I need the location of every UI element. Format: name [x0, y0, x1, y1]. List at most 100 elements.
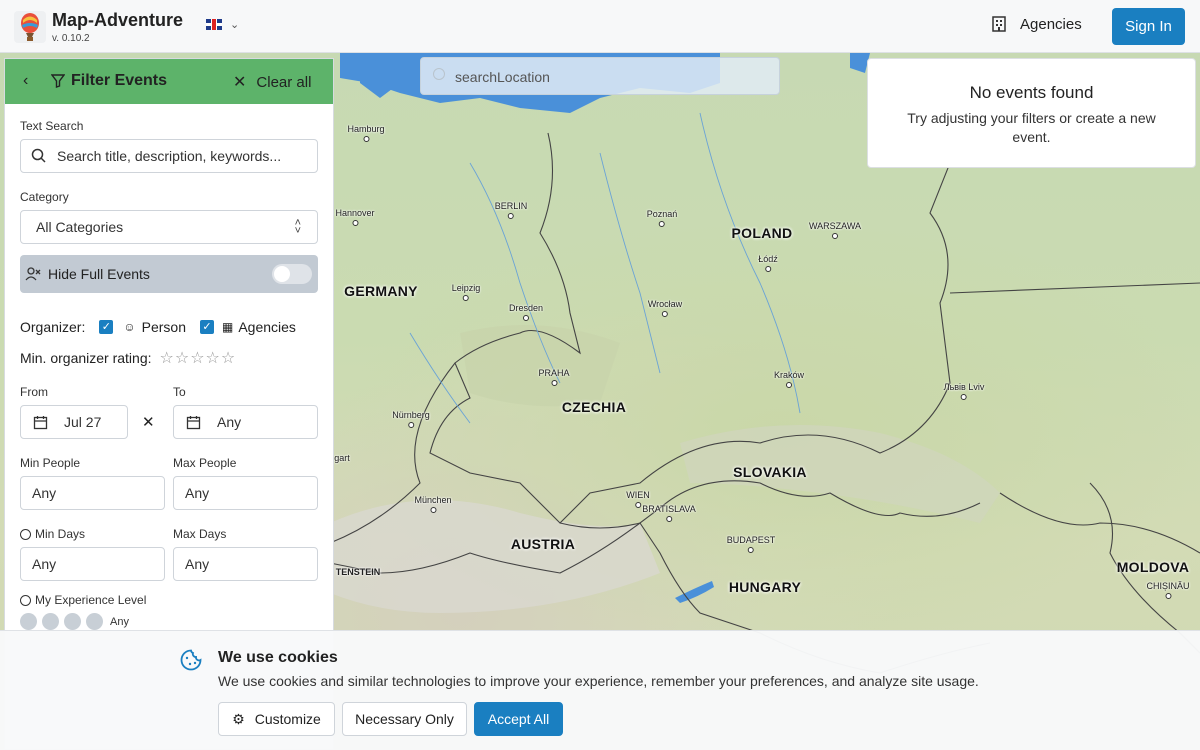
organizer-row: Organizer: ✓ ☺ Person ✓ ▦ Agencies — [20, 319, 296, 335]
close-icon: ✕ — [233, 74, 247, 91]
category-select[interactable]: All Categories ˄ ˅ — [20, 210, 318, 244]
city-label: Leipzig — [452, 283, 480, 301]
no-events-subtitle: Try adjusting your filters or create a n… — [907, 110, 1156, 145]
cookie-banner: We use cookies We use cookies and simila… — [0, 630, 1200, 750]
location-search-placeholder: searchLocation — [455, 69, 550, 85]
chevron-left-icon[interactable]: ‹ — [23, 72, 28, 90]
city-label: CHIȘINĂU — [1146, 581, 1190, 599]
city-label: BUDAPEST — [727, 535, 775, 553]
city-label: gart — [334, 453, 350, 463]
cookie-title: We use cookies — [218, 649, 338, 666]
city-label: Poznań — [647, 209, 677, 227]
min-days-label: Min Days — [20, 527, 85, 541]
city-label: WARSZAWA — [809, 221, 861, 239]
max-people-label: Max People — [173, 456, 237, 470]
filter-panel-header: ‹ Filter Events ✕ Clear all — [5, 59, 333, 104]
clock-icon — [20, 528, 31, 540]
level-dot[interactable] — [42, 613, 59, 630]
country-label: AUSTRIA — [510, 536, 576, 552]
search-icon — [433, 68, 445, 80]
max-people-input[interactable]: Any — [173, 476, 318, 510]
city-label: München — [414, 495, 452, 513]
brand: Map-Adventure v. 0.10.2 — [52, 10, 183, 44]
language-selector[interactable]: ⌄ — [206, 18, 239, 31]
cookie-icon — [180, 649, 202, 671]
calendar-icon — [33, 415, 48, 429]
to-date-input[interactable]: Any — [173, 405, 318, 439]
from-label: From — [20, 385, 48, 399]
city-label: Dresden — [509, 303, 543, 321]
circle-icon — [20, 594, 31, 606]
necessary-only-button[interactable]: Necessary Only — [342, 702, 467, 736]
funnel-icon — [51, 74, 65, 88]
text-search-input[interactable]: Search title, description, keywords... — [20, 139, 318, 173]
min-days-input[interactable]: Any — [20, 547, 165, 581]
accept-all-button[interactable]: Accept All — [474, 702, 563, 736]
city-label: Nürnberg — [392, 410, 430, 428]
category-label: Category — [20, 190, 69, 204]
country-label: POLAND — [731, 225, 793, 241]
city-label: Wrocław — [648, 299, 682, 317]
building-icon — [992, 16, 1006, 32]
location-search-input[interactable]: searchLocation — [420, 57, 780, 95]
min-rating-label: Min. organizer rating: — [20, 350, 152, 366]
person-checkbox[interactable]: ✓ — [99, 320, 114, 334]
organizer-label: Organizer: — [20, 319, 86, 335]
select-arrows-icon: ˄ ˅ — [294, 217, 301, 237]
city-label: Львів Lviv — [944, 382, 984, 400]
agencies-link[interactable]: Agencies — [990, 15, 1082, 33]
hide-full-events-row: Hide Full Events — [20, 255, 318, 293]
hot-air-balloon-logo-icon[interactable] — [14, 11, 46, 43]
city-label: BRATISLAVA — [642, 504, 696, 522]
min-people-input[interactable]: Any — [20, 476, 165, 510]
experience-label: My Experience Level — [20, 593, 146, 607]
person-icon: ☺ — [123, 320, 136, 334]
level-dot[interactable] — [86, 613, 103, 630]
agencies-label: Agencies — [1020, 15, 1082, 33]
app-name[interactable]: Map-Adventure — [52, 10, 183, 31]
uk-flag-icon — [206, 19, 222, 30]
experience-level-selector[interactable]: Any — [20, 613, 129, 630]
app-version: v. 0.10.2 — [52, 33, 90, 44]
experience-value: Any — [110, 615, 129, 628]
city-label: BERLIN — [495, 201, 527, 219]
city-label: Kraków — [774, 370, 804, 388]
calendar-icon — [186, 415, 201, 429]
no-events-title: No events found — [969, 83, 1094, 102]
person-label: Person — [141, 319, 186, 335]
no-events-card: No events found Try adjusting your filte… — [867, 58, 1196, 168]
min-people-label: Min People — [20, 456, 81, 470]
cookie-text: We use cookies and similar technologies … — [218, 673, 979, 689]
city-label: Łódź — [758, 254, 778, 272]
agencies-checkbox[interactable]: ✓ — [199, 320, 214, 334]
hide-full-events-toggle[interactable] — [272, 264, 312, 284]
rating-stars[interactable]: ☆☆☆☆☆ — [160, 348, 237, 368]
country-label: CZECHIA — [561, 399, 627, 415]
country-label: GERMANY — [344, 283, 418, 299]
search-icon — [31, 148, 46, 163]
from-date-input[interactable]: Jul 27 — [20, 405, 128, 439]
user-x-icon — [25, 267, 41, 281]
gear-icon: ⚙ — [232, 710, 245, 727]
min-rating-row: Min. organizer rating: ☆☆☆☆☆ — [20, 348, 236, 368]
to-label: To — [173, 385, 186, 399]
max-days-label: Max Days — [173, 527, 227, 541]
chevron-down-icon: ⌄ — [230, 19, 240, 31]
city-label: PRAHA — [538, 368, 570, 386]
country-label: HUNGARY — [728, 579, 802, 595]
country-label: MOLDOVA — [1116, 559, 1190, 575]
clear-date-icon[interactable]: ✕ — [142, 413, 155, 431]
level-dot[interactable] — [20, 613, 37, 630]
clear-all-button[interactable]: ✕ Clear all — [233, 72, 311, 92]
city-label: Hannover — [335, 208, 375, 226]
customize-button[interactable]: ⚙ Customize — [218, 702, 335, 736]
max-days-input[interactable]: Any — [173, 547, 318, 581]
sign-in-button[interactable]: Sign In — [1112, 8, 1185, 45]
level-dot[interactable] — [64, 613, 81, 630]
city-label: TENSTEIN — [335, 567, 381, 577]
building-icon: ▦ — [221, 320, 234, 334]
filter-title: Filter Events — [51, 72, 167, 90]
city-label: Hamburg — [347, 124, 385, 142]
hide-full-events-label: Hide Full Events — [48, 266, 150, 282]
text-search-label: Text Search — [20, 119, 84, 133]
